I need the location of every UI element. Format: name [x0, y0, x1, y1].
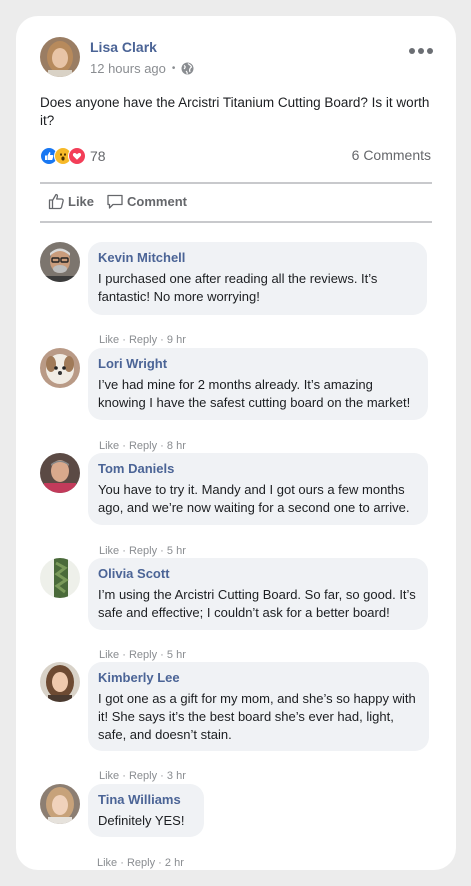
comment-like-link[interactable]: Like — [99, 545, 119, 557]
meta-separator: • — [171, 63, 176, 74]
comment-time: 8 hr — [166, 440, 186, 452]
comment-label: Comment — [127, 194, 187, 209]
post-text: Does anyone have the Arcistri Titanium C… — [40, 95, 430, 128]
comment-bubble: Lori Wright I’ve had mine for 2 months a… — [88, 348, 428, 420]
speech-bubble-icon — [106, 193, 124, 210]
author-avatar[interactable] — [40, 37, 80, 77]
comment-like-link[interactable]: Like — [99, 770, 119, 782]
commenter-name[interactable]: Olivia Scott — [98, 566, 418, 581]
comment-like-link[interactable]: Like — [99, 649, 119, 661]
comment-text: Definitely YES! — [98, 813, 185, 828]
post-card: Lisa Clark 12 hours ago • Does anyone ha… — [16, 16, 456, 870]
comment-reply-link[interactable]: Reply — [129, 440, 157, 452]
comment-time: 5 hr — [166, 649, 186, 661]
comment-time: 5 hr — [166, 545, 186, 557]
meta-separator: · — [160, 545, 164, 557]
comments-count-link[interactable]: 6 Comments — [352, 147, 431, 163]
meta-separator: · — [122, 770, 126, 782]
post-time[interactable]: 12 hours ago — [90, 61, 166, 76]
post-actions: Like Comment — [48, 193, 187, 210]
comment-actions: Like · Reply · 3 hr — [99, 770, 186, 782]
comment-text: I’m using the Arcistri Cutting Board. So… — [98, 587, 416, 620]
comment-time: 3 hr — [166, 770, 186, 782]
comment-actions: Like · Reply · 5 hr — [99, 649, 186, 661]
comment-time: 2 hr — [164, 857, 184, 869]
commenter-avatar[interactable] — [40, 348, 80, 388]
comment-reply-link[interactable]: Reply — [129, 545, 157, 557]
post-meta: 12 hours ago • — [90, 61, 194, 76]
comment-text: I got one as a gift for my mom, and she’… — [98, 691, 416, 742]
meta-separator: · — [158, 857, 162, 869]
reactions-summary[interactable]: 78 — [40, 147, 106, 165]
commenter-name[interactable]: Kimberly Lee — [98, 670, 419, 685]
comment-actions: Like · Reply · 5 hr — [99, 545, 186, 557]
comment-actions: Like · Reply · 2 hr — [97, 857, 184, 869]
comment-actions: Like · Reply · 9 hr — [99, 334, 186, 346]
comment-text: You have to try it. Mandy and I got ours… — [98, 482, 410, 515]
meta-separator: · — [120, 857, 124, 869]
author-name[interactable]: Lisa Clark — [90, 39, 157, 55]
commenter-avatar[interactable] — [40, 242, 80, 282]
meta-separator: · — [160, 770, 164, 782]
comment-bubble: Kimberly Lee I got one as a gift for my … — [88, 662, 429, 751]
commenter-name[interactable]: Tina Williams — [98, 792, 194, 807]
more-options-icon[interactable] — [408, 43, 434, 54]
comment-reply-link[interactable]: Reply — [127, 857, 155, 869]
comment-reply-link[interactable]: Reply — [129, 649, 157, 661]
comment-bubble: Tom Daniels You have to try it. Mandy an… — [88, 453, 428, 525]
meta-separator: · — [160, 649, 164, 661]
commenter-name[interactable]: Kevin Mitchell — [98, 250, 417, 265]
comment-like-link[interactable]: Like — [99, 440, 119, 452]
comment-text: I’ve had mine for 2 months already. It’s… — [98, 377, 411, 410]
divider — [40, 221, 432, 223]
thumbs-up-icon — [48, 193, 65, 210]
comment-time: 9 hr — [166, 334, 186, 346]
meta-separator: · — [122, 649, 126, 661]
like-label: Like — [68, 194, 95, 209]
meta-separator: · — [122, 440, 126, 452]
commenter-avatar[interactable] — [40, 784, 80, 824]
love-reaction-icon — [68, 147, 86, 165]
reaction-count: 78 — [90, 148, 106, 164]
commenter-avatar[interactable] — [40, 662, 80, 702]
comment-like-link[interactable]: Like — [99, 334, 119, 346]
comment-reply-link[interactable]: Reply — [129, 770, 157, 782]
comment-like-link[interactable]: Like — [97, 857, 117, 869]
like-button[interactable]: Like — [48, 193, 94, 210]
divider — [40, 182, 432, 184]
meta-separator: · — [122, 334, 126, 346]
commenter-avatar[interactable] — [40, 453, 80, 493]
comment-button[interactable]: Comment — [106, 193, 187, 210]
commenter-name[interactable]: Lori Wright — [98, 356, 418, 371]
meta-separator: · — [160, 334, 164, 346]
post-header: Lisa Clark 12 hours ago • — [40, 37, 436, 81]
comment-actions: Like · Reply · 8 hr — [99, 440, 186, 452]
comment-bubble: Olivia Scott I’m using the Arcistri Cutt… — [88, 558, 428, 630]
commenter-avatar[interactable] — [40, 558, 80, 598]
comment-reply-link[interactable]: Reply — [129, 334, 157, 346]
meta-separator: · — [160, 440, 164, 452]
commenter-name[interactable]: Tom Daniels — [98, 461, 418, 476]
meta-separator: · — [122, 545, 126, 557]
comment-bubble: Tina Williams Definitely YES! — [88, 784, 204, 837]
comment-bubble: Kevin Mitchell I purchased one after rea… — [88, 242, 427, 315]
globe-icon — [181, 62, 194, 75]
comment-text: I purchased one after reading all the re… — [98, 271, 378, 304]
